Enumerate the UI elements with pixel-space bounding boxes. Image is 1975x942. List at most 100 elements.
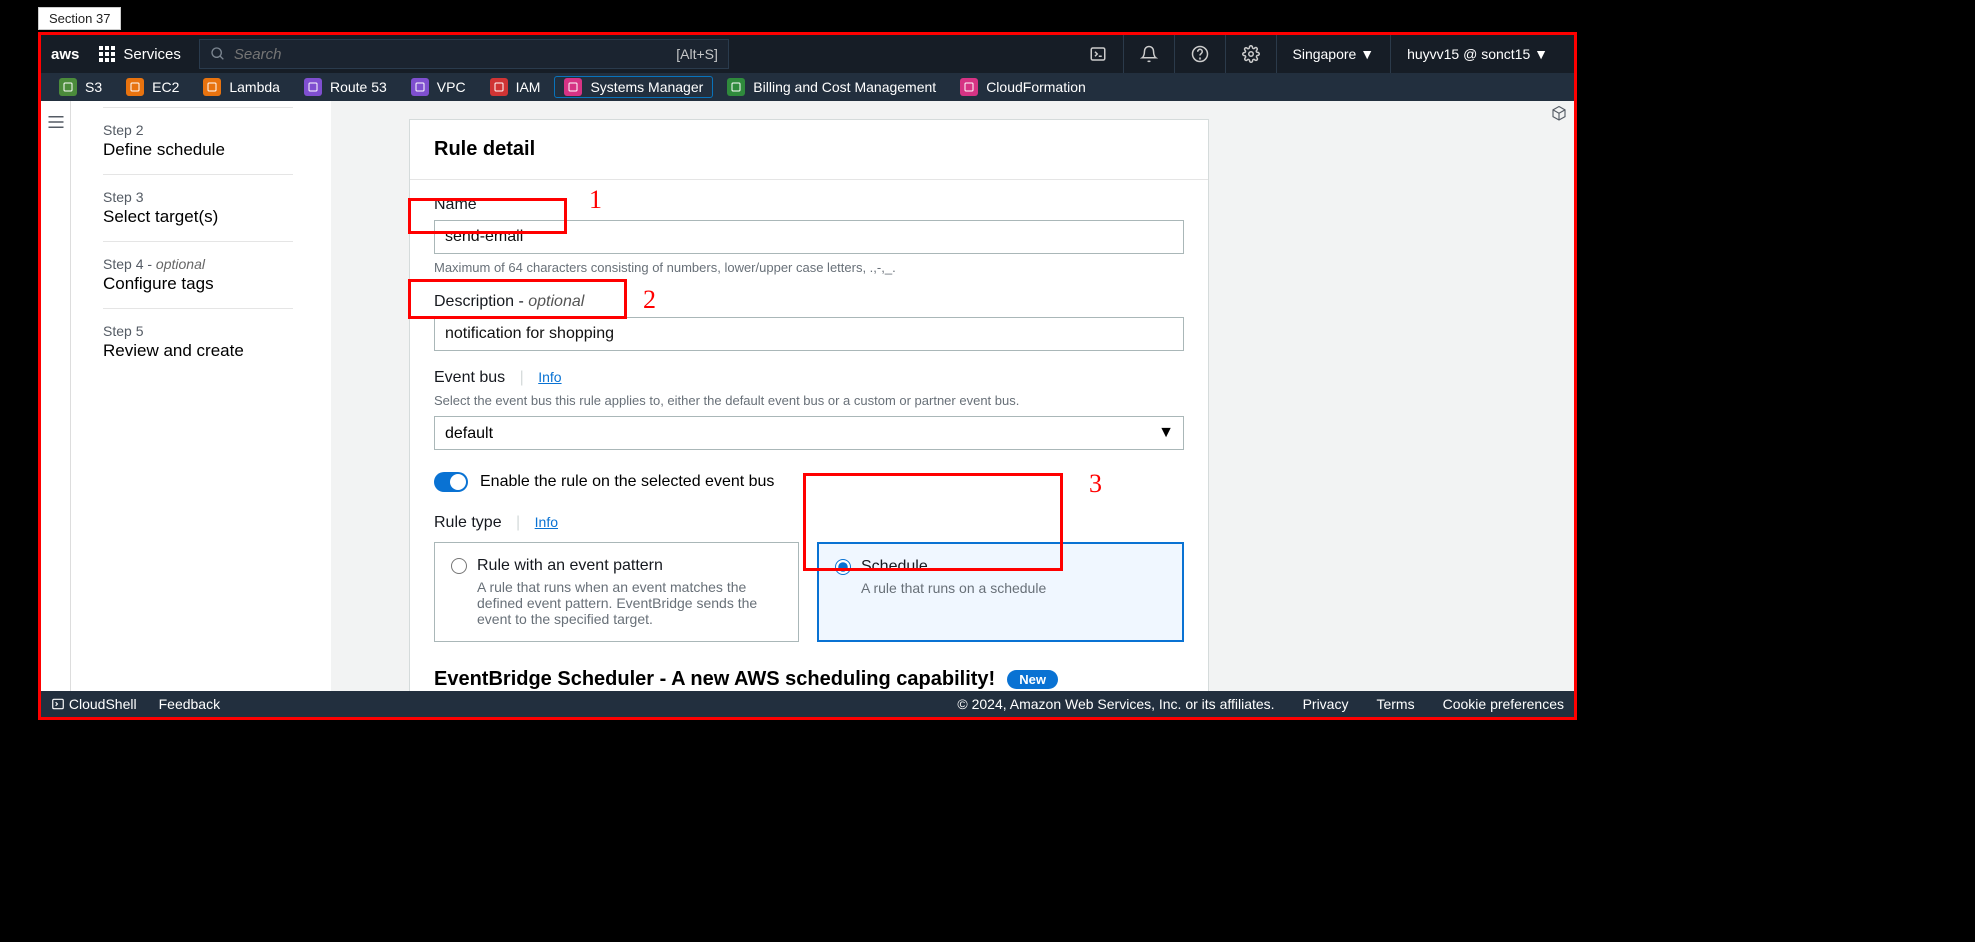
- description-label-text: Description -: [434, 293, 528, 310]
- info-link[interactable]: Info: [538, 369, 561, 385]
- service-label: Systems Manager: [590, 79, 703, 95]
- service-link-lambda[interactable]: Lambda: [193, 76, 290, 98]
- right-gutter: [1224, 101, 1574, 693]
- step-title: Configure tags: [103, 274, 293, 294]
- event-bus-hint: Select the event bus this rule applies t…: [434, 393, 1184, 408]
- footer-cookies[interactable]: Cookie preferences: [1443, 696, 1564, 712]
- wizard-step[interactable]: Step 3Select target(s): [103, 174, 293, 241]
- service-label: Lambda: [229, 79, 280, 95]
- rule-type-event-pattern[interactable]: Rule with an event pattern A rule that r…: [434, 542, 799, 642]
- account-menu[interactable]: huyvv15 @ sonct15 ▼: [1390, 35, 1564, 73]
- footer-privacy[interactable]: Privacy: [1303, 696, 1349, 712]
- enable-rule-toggle[interactable]: [434, 472, 468, 492]
- step-number: Step 2: [103, 122, 293, 138]
- service-label: IAM: [516, 79, 541, 95]
- service-label: Billing and Cost Management: [753, 79, 936, 95]
- service-label: VPC: [437, 79, 466, 95]
- name-hint: Maximum of 64 characters consisting of n…: [434, 260, 1184, 275]
- search-input[interactable]: [234, 46, 676, 63]
- service-label: S3: [85, 79, 102, 95]
- footer-feedback[interactable]: Feedback: [159, 696, 220, 712]
- event-bus-select[interactable]: default: [434, 416, 1184, 450]
- aws-logo[interactable]: aws: [51, 46, 79, 63]
- cloudshell-icon[interactable]: [1073, 35, 1123, 73]
- services-label: Services: [123, 46, 181, 63]
- region-label: Singapore: [1293, 46, 1357, 62]
- service-icon: [126, 78, 144, 96]
- section-tab: Section 37: [38, 7, 121, 30]
- service-label: Route 53: [330, 79, 387, 95]
- step-number: Step 5: [103, 323, 293, 339]
- rule-type-label: Rule type | Info: [434, 514, 1184, 532]
- footer-cloudshell-label: CloudShell: [69, 696, 137, 712]
- rule-type-schedule[interactable]: Schedule A rule that runs on a schedule: [817, 542, 1184, 642]
- service-link-route-53[interactable]: Route 53: [294, 76, 397, 98]
- grid-icon: [99, 46, 115, 62]
- settings-icon[interactable]: [1225, 35, 1276, 73]
- footer-copyright: © 2024, Amazon Web Services, Inc. or its…: [957, 696, 1274, 712]
- search-shortcut: [Alt+S]: [676, 46, 718, 62]
- service-link-systems-manager[interactable]: Systems Manager: [554, 76, 713, 98]
- cube-icon[interactable]: [1550, 105, 1568, 123]
- radio-desc: A rule that runs when an event matches t…: [477, 579, 782, 627]
- annotation-number-1: 1: [589, 185, 602, 215]
- service-link-ec2[interactable]: EC2: [116, 76, 189, 98]
- service-label: CloudFormation: [986, 79, 1086, 95]
- footer-cloudshell[interactable]: CloudShell: [51, 696, 137, 712]
- service-icon: [59, 78, 77, 96]
- wizard-steps-sidebar: Step 2 Define schedule Step 3Select target…: [71, 101, 331, 693]
- wizard-step[interactable]: Step 2 Define schedule: [103, 107, 293, 174]
- service-icon: [727, 78, 745, 96]
- step-title: Review and create: [103, 341, 293, 361]
- name-label: Name: [434, 196, 1184, 214]
- radio-event-pattern[interactable]: [451, 558, 467, 574]
- service-icon: [960, 78, 978, 96]
- service-icon: [564, 78, 582, 96]
- service-label: EC2: [152, 79, 179, 95]
- description-input[interactable]: [434, 317, 1184, 351]
- hamburger-icon: [47, 115, 65, 129]
- service-link-billing-and-cost-management[interactable]: Billing and Cost Management: [717, 76, 946, 98]
- panel-title: Rule detail: [434, 138, 1184, 161]
- wizard-step[interactable]: Step 4 - optional Configure tags: [103, 241, 293, 308]
- radio-desc: A rule that runs on a schedule: [861, 580, 1166, 596]
- help-icon[interactable]: [1174, 35, 1225, 73]
- radio-schedule[interactable]: [835, 559, 851, 575]
- annotation-number-2: 2: [643, 285, 656, 315]
- services-menu[interactable]: Services: [99, 46, 181, 63]
- optional-tag: optional: [528, 293, 584, 310]
- rule-type-label-text: Rule type: [434, 514, 502, 531]
- name-input[interactable]: [434, 220, 1184, 254]
- new-badge: New: [1007, 670, 1058, 689]
- service-icon: [203, 78, 221, 96]
- account-label: huyvv15 @ sonct15: [1407, 46, 1530, 62]
- step-title: Define schedule: [103, 140, 293, 160]
- annotation-number-3: 3: [1089, 469, 1102, 499]
- step-number: Step 4 - optional: [103, 256, 293, 272]
- console-footer: CloudShell Feedback © 2024, Amazon Web S…: [41, 691, 1574, 717]
- notifications-icon[interactable]: [1123, 35, 1174, 73]
- event-bus-label: Event bus | Info: [434, 369, 1184, 387]
- wizard-step[interactable]: Step 5 Review and create: [103, 308, 293, 375]
- sidebar-toggle[interactable]: [41, 101, 71, 693]
- cloudshell-icon: [51, 697, 65, 711]
- app-frame: aws Services [Alt+S]: [38, 32, 1577, 720]
- service-icon: [411, 78, 429, 96]
- service-link-s3[interactable]: S3: [49, 76, 112, 98]
- top-header: aws Services [Alt+S]: [41, 35, 1574, 73]
- region-selector[interactable]: Singapore ▼: [1276, 35, 1391, 73]
- service-link-cloudformation[interactable]: CloudFormation: [950, 76, 1096, 98]
- event-bus-label-text: Event bus: [434, 369, 505, 386]
- toggle-label: Enable the rule on the selected event bu…: [480, 473, 774, 491]
- main-content: Rule detail Name Maximum of 64 character…: [331, 101, 1224, 693]
- service-shortcut-bar: S3 EC2 Lambda Route 53 VPC IAM Systems Manager…: [41, 73, 1574, 101]
- info-link[interactable]: Info: [535, 514, 558, 530]
- step-number: Step 3: [103, 189, 293, 205]
- footer-terms[interactable]: Terms: [1376, 696, 1414, 712]
- global-search[interactable]: [Alt+S]: [199, 39, 729, 69]
- service-link-vpc[interactable]: VPC: [401, 76, 476, 98]
- service-icon: [490, 78, 508, 96]
- service-link-iam[interactable]: IAM: [480, 76, 551, 98]
- service-icon: [304, 78, 322, 96]
- search-icon: [210, 46, 226, 62]
